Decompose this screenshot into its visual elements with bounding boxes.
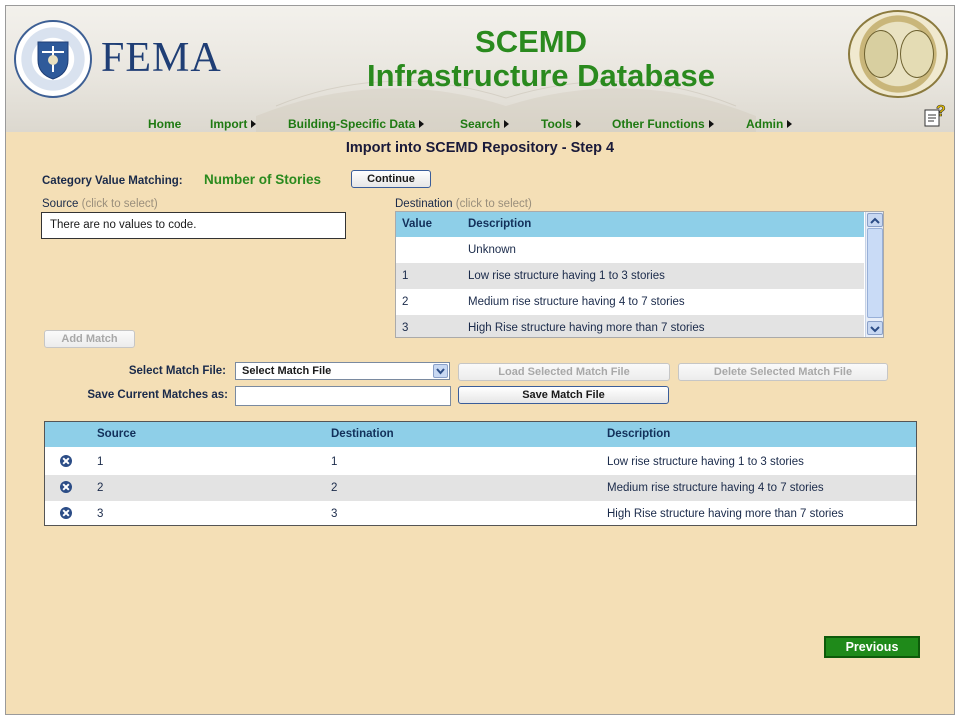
column-header-destination: Destination: [331, 428, 394, 440]
column-header-description: Description: [607, 428, 671, 440]
delete-match-file-button[interactable]: Delete Selected Match File: [678, 363, 888, 381]
matches-table: Source Destination Description 1 1 Low r…: [44, 421, 917, 526]
destination-scrollbar[interactable]: [865, 212, 883, 337]
app-title-line1: SCEMD: [475, 24, 587, 59]
match-file-select-value: Select Match File: [242, 365, 332, 377]
delete-match-icon[interactable]: [60, 481, 72, 493]
destination-label: Destination (click to select): [395, 198, 532, 210]
chevron-down-icon[interactable]: [433, 364, 448, 378]
nav-search[interactable]: Search: [460, 117, 510, 131]
table-row: 2 2 Medium rise structure having 4 to 7 …: [45, 475, 916, 501]
app-frame: FEMA SCEMD Infrastructure Database ? Hom…: [5, 5, 955, 715]
select-match-file-label: Select Match File:: [128, 365, 226, 377]
nav-import[interactable]: Import: [210, 117, 257, 131]
nav-admin[interactable]: Admin: [746, 117, 793, 131]
source-list[interactable]: There are no values to code.: [41, 212, 346, 239]
arrow-right-icon: [504, 120, 510, 128]
app-title-line2: Infrastructure Database: [366, 58, 715, 93]
previous-button[interactable]: Previous: [824, 636, 920, 658]
scroll-up-icon[interactable]: [867, 213, 883, 227]
main-nav: Home Import Building-Specific Data Searc…: [6, 114, 954, 132]
arrow-right-icon: [419, 120, 425, 128]
matches-header: Source Destination Description: [45, 422, 916, 447]
column-header-description: Description: [468, 218, 532, 230]
destination-list[interactable]: Value Description Unknown 1 Low rise str…: [395, 211, 884, 338]
match-file-select[interactable]: Select Match File: [235, 362, 450, 380]
scroll-down-icon[interactable]: [867, 321, 883, 335]
scroll-thumb[interactable]: [867, 228, 883, 318]
nav-other-functions[interactable]: Other Functions: [612, 117, 714, 131]
destination-header: Value Description: [396, 212, 864, 237]
delete-match-icon[interactable]: [60, 507, 72, 519]
nav-home[interactable]: Home: [148, 117, 181, 131]
category-name: Number of Stories: [204, 172, 322, 187]
destination-row[interactable]: 3 High Rise structure having more than 7…: [396, 315, 864, 337]
page-title: Import into SCEMD Repository - Step 4: [345, 140, 615, 156]
source-label: Source (click to select): [42, 198, 158, 210]
arrow-right-icon: [708, 120, 714, 128]
fema-logo-text: FEMA: [101, 35, 222, 81]
save-as-label: Save Current Matches as:: [87, 389, 228, 401]
arrow-right-icon: [576, 120, 582, 128]
save-as-input[interactable]: [235, 386, 451, 406]
add-match-button[interactable]: Add Match: [44, 330, 135, 348]
column-header-source: Source: [97, 428, 136, 440]
save-match-file-button[interactable]: Save Match File: [458, 386, 669, 404]
category-matching-label: Category Value Matching:: [42, 175, 183, 187]
table-row: 3 3 High Rise structure having more than…: [45, 501, 916, 527]
destination-row[interactable]: 1 Low rise structure having 1 to 3 stori…: [396, 263, 864, 289]
header-banner: FEMA SCEMD Infrastructure Database ? Hom…: [6, 6, 954, 132]
destination-row[interactable]: 2 Medium rise structure having 4 to 7 st…: [396, 289, 864, 315]
dhs-seal-icon: [14, 20, 92, 98]
south-carolina-seal-icon: [848, 10, 948, 98]
table-row: 1 1 Low rise structure having 1 to 3 sto…: [45, 449, 916, 475]
delete-match-icon[interactable]: [60, 455, 72, 467]
arrow-right-icon: [251, 120, 257, 128]
nav-tools[interactable]: Tools: [541, 117, 582, 131]
continue-button[interactable]: Continue: [351, 170, 431, 188]
nav-building-specific-data[interactable]: Building-Specific Data: [288, 117, 425, 131]
destination-row[interactable]: Unknown: [396, 237, 864, 263]
source-empty-text: There are no values to code.: [50, 219, 197, 231]
load-match-file-button[interactable]: Load Selected Match File: [458, 363, 670, 381]
arrow-right-icon: [787, 120, 793, 128]
column-header-value: Value: [402, 218, 433, 230]
